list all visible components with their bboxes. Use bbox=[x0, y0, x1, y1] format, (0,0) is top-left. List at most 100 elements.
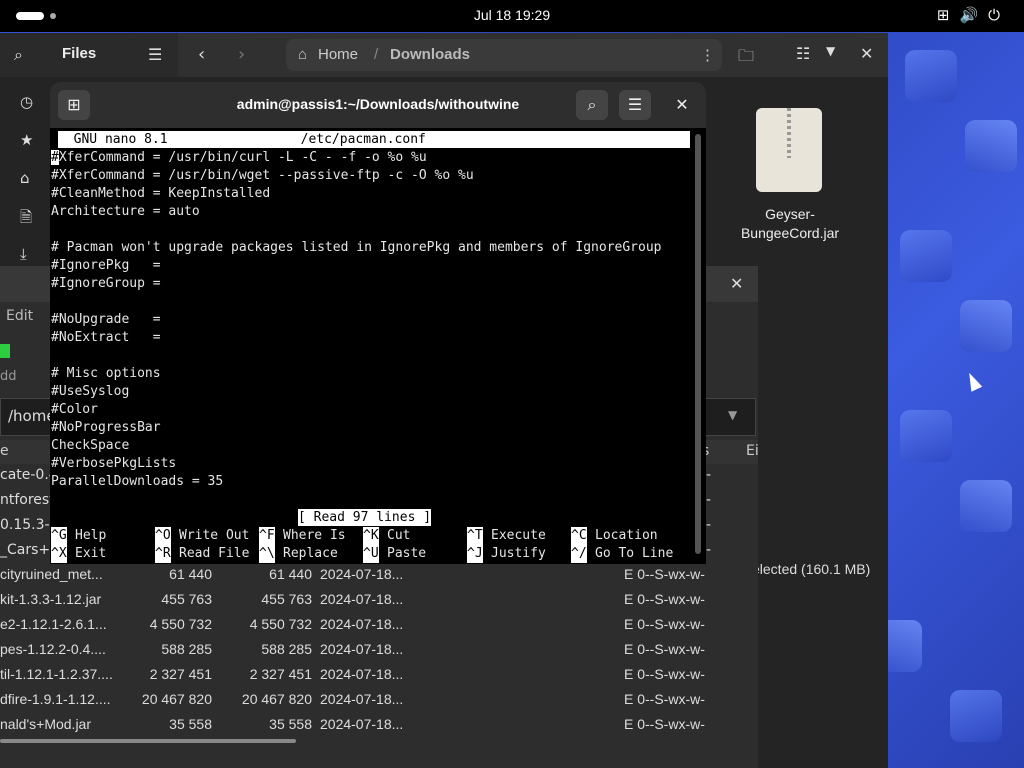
nano-title-bar: GNU nano 8.1 /etc/pacman.conf bbox=[58, 131, 690, 148]
table-row[interactable]: dfire-1.9.1-1.12.... 20 467 820 20 467 820… bbox=[0, 688, 758, 713]
cell-name: til-1.12.1-1.2.37.... bbox=[0, 666, 113, 682]
editor-line[interactable]: #NoProgressBar bbox=[51, 419, 161, 437]
shortcut-label: Exit bbox=[75, 546, 107, 561]
cell-name: cityruined_met... bbox=[0, 566, 103, 582]
terminal-scrollbar[interactable] bbox=[695, 134, 701, 554]
cell-date: 2024-07-18... bbox=[320, 616, 404, 632]
cell-attr: E 0--S-wx-w- bbox=[624, 666, 705, 682]
cell-size: 588 285 bbox=[161, 641, 212, 657]
table-row[interactable]: kit-1.3.3-1.12.jar 455 763 455 763 2024-07-… bbox=[0, 588, 758, 613]
zipper-icon bbox=[787, 108, 791, 158]
attr-fragment: - bbox=[706, 467, 712, 483]
path-bar[interactable]: ⌂ Home / Downloads ⋮ bbox=[286, 39, 722, 71]
cell-attr: E 0--S-wx-w- bbox=[624, 616, 705, 632]
clock[interactable]: Jul 18 19:29 bbox=[0, 7, 1024, 23]
add-icon[interactable] bbox=[0, 344, 10, 358]
wallpaper-tile bbox=[900, 230, 952, 282]
menu-edit[interactable]: Edit bbox=[6, 308, 33, 324]
desktop-file-label[interactable]: Geyser- BungeeCord.jar bbox=[730, 205, 850, 243]
archive-file-icon[interactable] bbox=[756, 108, 822, 192]
table-row[interactable]: nald's+Mod.jar 35 558 35 558 2024-07-18... E… bbox=[0, 713, 758, 738]
cell-size: 455 763 bbox=[161, 591, 212, 607]
close-icon[interactable]: ✕ bbox=[730, 274, 743, 293]
editor-line[interactable]: #IgnorePkg = bbox=[51, 257, 161, 275]
back-arrow-icon[interactable]: ‹ bbox=[198, 44, 205, 65]
editor-line[interactable]: #VerbosePkgLists bbox=[51, 455, 176, 473]
wallpaper-tile bbox=[965, 120, 1017, 172]
wallpaper-tile bbox=[960, 300, 1012, 352]
terminal-window: ⊞ admin@passis1:~/Downloads/withoutwine … bbox=[50, 82, 706, 564]
editor-line[interactable]: Architecture = auto bbox=[51, 203, 200, 221]
cell-attr: E 0--S-wx-w- bbox=[624, 591, 705, 607]
sidebar-downloads-icon[interactable]: ⤓ bbox=[20, 245, 27, 263]
close-icon[interactable]: ✕ bbox=[860, 44, 873, 63]
selection-status: elected (160.1 MB) bbox=[752, 555, 888, 581]
volume-icon: 🔊 bbox=[959, 6, 989, 24]
editor-line[interactable]: #Color bbox=[51, 401, 98, 419]
editor-line[interactable]: # Misc options bbox=[51, 365, 161, 383]
table-row[interactable]: cityruined_met... 61 440 61 440 2024-07-18.… bbox=[0, 563, 758, 588]
search-button[interactable]: ⌕ bbox=[576, 90, 608, 120]
system-status-area[interactable]: ⊞🔊⏻ bbox=[937, 6, 1010, 24]
cell-name: kit-1.3.3-1.12.jar bbox=[0, 591, 102, 607]
top-bar: Jul 18 19:29 ⊞🔊⏻ bbox=[0, 0, 1024, 32]
network-icon: ⊞ bbox=[936, 6, 960, 24]
shortcut-label: Cut bbox=[387, 528, 411, 543]
close-button[interactable]: ✕ bbox=[666, 90, 698, 120]
wallpaper-tile bbox=[900, 410, 952, 462]
shortcut-label: Location bbox=[595, 528, 658, 543]
editor-line[interactable]: #CleanMethod = KeepInstalled bbox=[51, 185, 270, 203]
sidebar-recent-icon[interactable]: ◷ bbox=[20, 93, 33, 111]
shortcut-key: ^\ bbox=[259, 545, 275, 563]
search-icon[interactable]: ⌕ bbox=[14, 45, 23, 65]
editor-line[interactable]: #XferCommand = /usr/bin/curl -L -C - -f … bbox=[51, 149, 427, 167]
column-name[interactable]: e bbox=[0, 443, 9, 459]
path-home[interactable]: Home bbox=[318, 46, 358, 63]
table-row[interactable]: e2-1.12.1-2.6.1... 4 550 732 4 550 732 2024… bbox=[0, 613, 758, 638]
search-folder-icon[interactable]: 🗀 bbox=[738, 45, 754, 72]
editor-line[interactable]: # Pacman won't upgrade packages listed i… bbox=[51, 239, 661, 257]
file-name-line1: Geyser- bbox=[765, 206, 815, 222]
shortcut-label: Read File bbox=[179, 546, 250, 561]
sidebar-documents-icon[interactable]: 🗎 bbox=[20, 207, 32, 232]
kebab-menu-icon[interactable]: ⋮ bbox=[700, 46, 715, 64]
cell-date: 2024-07-18... bbox=[320, 566, 404, 582]
table-row[interactable]: pes-1.12.2-0.4.... 588 285 588 285 2024-07-… bbox=[0, 638, 758, 663]
chevron-down-icon[interactable]: ▼ bbox=[826, 44, 835, 58]
shortcut-label: Help bbox=[75, 528, 107, 543]
column-ei[interactable]: Ei bbox=[746, 443, 759, 459]
sidebar-starred-icon[interactable]: ★ bbox=[20, 131, 33, 149]
shortcut-key: ^G bbox=[51, 527, 67, 545]
view-list-icon[interactable]: ☷ bbox=[796, 44, 810, 63]
editor-line[interactable]: #UseSyslog bbox=[51, 383, 129, 401]
editor-line[interactable]: ParallelDownloads = 35 bbox=[51, 473, 223, 491]
editor-line[interactable]: #NoExtract = bbox=[51, 329, 161, 347]
cell-size2: 455 763 bbox=[261, 591, 312, 607]
editor-line[interactable]: CheckSpace bbox=[51, 437, 129, 455]
cell-size: 2 327 451 bbox=[149, 666, 212, 682]
path-current[interactable]: Downloads bbox=[390, 46, 470, 63]
editor-line[interactable]: #NoUpgrade = bbox=[51, 311, 161, 329]
list-item[interactable]: ntforest bbox=[0, 492, 55, 508]
forward-arrow-icon[interactable]: › bbox=[238, 44, 245, 65]
cell-date: 2024-07-18... bbox=[320, 641, 404, 657]
shortcut-label: Justify bbox=[491, 546, 546, 561]
horizontal-scrollbar[interactable] bbox=[0, 739, 296, 743]
file-name-line2: BungeeCord.jar bbox=[740, 225, 840, 241]
table-row[interactable]: til-1.12.1-1.2.37.... 2 327 451 2 327 451 2… bbox=[0, 663, 758, 688]
editor-line[interactable]: #IgnoreGroup = bbox=[51, 275, 161, 293]
cell-size2: 35 558 bbox=[269, 716, 312, 732]
chevron-down-icon[interactable]: ▼ bbox=[728, 408, 737, 422]
nano-status: [ Read 97 lines ] bbox=[298, 509, 432, 526]
shortcut-label: Replace bbox=[283, 546, 338, 561]
menu-icon[interactable]: ☰ bbox=[148, 45, 162, 64]
menu-button[interactable]: ☰ bbox=[619, 90, 651, 120]
wallpaper-tile bbox=[905, 50, 957, 102]
attr-fragment: - bbox=[706, 517, 712, 533]
editor-line[interactable]: #XferCommand = /usr/bin/wget --passive-f… bbox=[51, 167, 474, 185]
wallpaper-tile bbox=[960, 480, 1012, 532]
cell-size: 35 558 bbox=[169, 716, 212, 732]
sidebar-home-icon[interactable]: ⌂ bbox=[20, 169, 30, 187]
terminal-screen[interactable]: GNU nano 8.1 /etc/pacman.conf #XferComma… bbox=[50, 130, 690, 564]
home-icon: ⌂ bbox=[298, 46, 308, 63]
